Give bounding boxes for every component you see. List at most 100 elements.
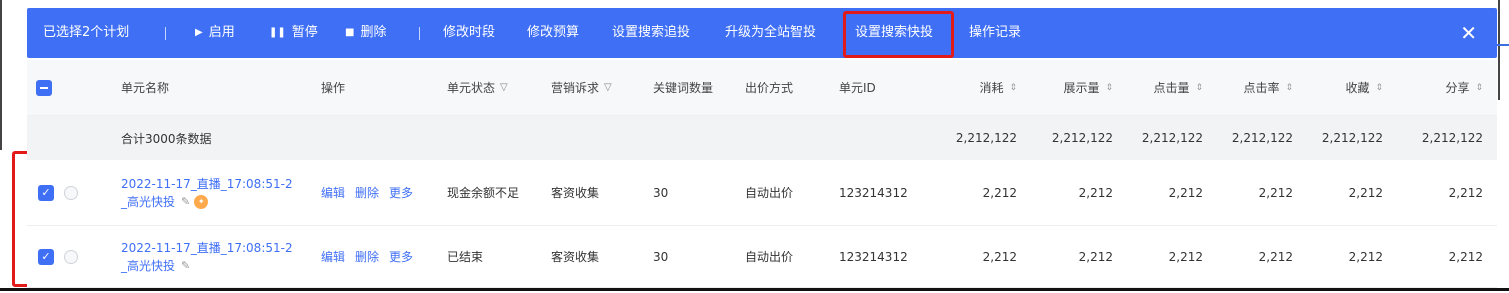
header-ctr-label: 点击率 xyxy=(1243,81,1280,95)
pencil-icon[interactable]: ✎ xyxy=(181,259,190,272)
upgrade-smart-button[interactable]: 升级为全站智投 xyxy=(725,8,816,58)
pencil-icon[interactable]: ✎ xyxy=(181,195,190,208)
total-shares: 2,212,122 xyxy=(1421,131,1483,145)
pause-icon: ❚❚ xyxy=(269,27,286,38)
unit-name-link[interactable]: 2022-11-17_直播_17:08:51-2 xyxy=(121,175,293,193)
header-unit-status-label: 单元状态 xyxy=(447,81,496,95)
sort-icon[interactable]: ⇕ xyxy=(1195,83,1203,93)
filter-icon[interactable]: ▽ xyxy=(500,82,508,93)
table-total-row: 合计3000条数据 2,212,122 2,212,122 2,212,122 … xyxy=(27,116,1497,160)
select-all-checkbox[interactable] xyxy=(36,60,52,115)
row-checkbox[interactable]: ✓ xyxy=(38,248,54,265)
enable-button[interactable]: ▶ 启用 xyxy=(195,8,235,58)
header-impressions-label: 展示量 xyxy=(1063,81,1100,95)
header-cost[interactable]: 消耗 ⇕ xyxy=(947,60,1017,115)
sort-icon[interactable]: ⇕ xyxy=(1009,83,1017,93)
unit-status: 已结束 xyxy=(447,250,484,264)
frame-bottom-border xyxy=(0,288,1509,291)
header-cost-label: 消耗 xyxy=(979,81,1004,95)
header-ctr[interactable]: 点击率 ⇕ xyxy=(1217,60,1293,115)
set-search-boost-button[interactable]: 设置搜索追投 xyxy=(612,8,690,58)
delete-label: 删除 xyxy=(360,25,387,40)
delete-link[interactable]: 删除 xyxy=(355,248,379,265)
row-status-toggle[interactable] xyxy=(64,249,78,264)
impressions-value: 2,212 xyxy=(1078,185,1113,200)
close-icon[interactable]: ✕ xyxy=(1460,8,1477,58)
unit-name-cell: 2022-11-17_直播_17:08:51-2 _高光快投 ✎ ✦ xyxy=(121,160,293,225)
play-icon: ▶ xyxy=(195,27,203,38)
table-header-row: 单元名称 操作 单元状态 ▽ 营销诉求 ▽ 关键词数量 出价方式 单元ID 消耗 ⇕ … xyxy=(27,60,1497,116)
shares-value: 2,212 xyxy=(1448,249,1483,264)
total-impressions: 2,212,122 xyxy=(1051,131,1113,145)
header-clicks[interactable]: 点击量 ⇕ xyxy=(1127,60,1203,115)
clicks-value: 2,212 xyxy=(1168,185,1203,200)
total-cost: 2,212,122 xyxy=(955,131,1017,145)
cost-value: 2,212 xyxy=(982,185,1017,200)
unit-name-line2: _高光快投 ✎ xyxy=(121,257,190,275)
row-status-toggle[interactable] xyxy=(64,185,78,200)
sort-icon[interactable]: ⇕ xyxy=(1375,83,1383,93)
total-ctr: 2,212,122 xyxy=(1231,131,1293,145)
header-operation: 操作 xyxy=(321,81,346,95)
unit-id: 123214312 xyxy=(839,185,908,200)
row-select: ✓ xyxy=(38,160,78,225)
frame-right-border xyxy=(1498,0,1500,100)
delete-link[interactable]: 删除 xyxy=(355,184,379,201)
operation-cell: 编辑 删除 更多 xyxy=(321,226,423,287)
sort-icon[interactable]: ⇕ xyxy=(1285,83,1293,93)
unit-name-line2: _高光快投 ✎ ✦ xyxy=(121,193,209,211)
toolbar-divider xyxy=(419,27,420,40)
cost-value: 2,212 xyxy=(982,249,1017,264)
keyword-count: 30 xyxy=(653,185,669,200)
unit-name-link[interactable]: 2022-11-17_直播_17:08:51-2 xyxy=(121,239,293,257)
unit-name-link-suffix[interactable]: _高光快投 xyxy=(121,257,175,275)
more-link[interactable]: 更多 xyxy=(389,184,413,201)
keyword-count: 30 xyxy=(653,249,669,264)
operation-log-button[interactable]: 操作记录 xyxy=(969,8,1021,58)
bid-method: 自动出价 xyxy=(745,186,794,200)
header-bid-method: 出价方式 xyxy=(745,81,794,95)
shares-value: 2,212 xyxy=(1448,185,1483,200)
marketing-goal: 客资收集 xyxy=(551,250,600,264)
sort-icon[interactable]: ⇕ xyxy=(1105,83,1113,93)
filter-icon[interactable]: ▽ xyxy=(604,82,612,93)
operation-cell: 编辑 删除 更多 xyxy=(321,160,423,225)
table-row: ✓ 2022-11-17_直播_17:08:51-2 _高光快投 ✎ ✦ 编辑 … xyxy=(27,160,1497,226)
unit-status: 现金余额不足 xyxy=(447,186,520,200)
header-unit-status[interactable]: 单元状态 ▽ xyxy=(447,60,508,115)
row-checkbox[interactable]: ✓ xyxy=(38,184,54,201)
search-quick-highlight xyxy=(843,11,954,58)
frame-left-border xyxy=(0,0,2,150)
pause-button[interactable]: ❚❚ 暂停 xyxy=(269,8,318,58)
more-link[interactable]: 更多 xyxy=(389,248,413,265)
header-marketing-goal-label: 营销诉求 xyxy=(551,81,600,95)
unit-id: 123214312 xyxy=(839,249,908,264)
impressions-value: 2,212 xyxy=(1078,249,1113,264)
favorites-value: 2,212 xyxy=(1348,249,1383,264)
modify-period-button[interactable]: 修改时段 xyxy=(443,8,495,58)
bid-method: 自动出价 xyxy=(745,250,794,264)
clicks-value: 2,212 xyxy=(1168,249,1203,264)
header-unit-id: 单元ID xyxy=(839,81,876,95)
header-impressions[interactable]: 展示量 ⇕ xyxy=(1037,60,1113,115)
unit-name-cell: 2022-11-17_直播_17:08:51-2 _高光快投 ✎ xyxy=(121,226,293,287)
modify-budget-button[interactable]: 修改预算 xyxy=(527,8,579,58)
header-clicks-label: 点击量 xyxy=(1153,81,1190,95)
header-marketing-goal[interactable]: 营销诉求 ▽ xyxy=(551,60,612,115)
favorites-value: 2,212 xyxy=(1348,185,1383,200)
sort-icon[interactable]: ⇕ xyxy=(1475,83,1483,93)
unit-name-link-suffix[interactable]: _高光快投 xyxy=(121,193,175,211)
total-label: 合计3000条数据 xyxy=(121,131,212,146)
trash-icon: ■ xyxy=(345,27,355,38)
edit-link[interactable]: 编辑 xyxy=(321,184,345,201)
header-favorites[interactable]: 收藏 ⇕ xyxy=(1307,60,1383,115)
delete-button[interactable]: ■ 删除 xyxy=(345,8,386,58)
table-row: ✓ 2022-11-17_直播_17:08:51-2 _高光快投 ✎ 编辑 删除… xyxy=(27,226,1497,288)
marketing-goal: 客资收集 xyxy=(551,186,600,200)
header-shares[interactable]: 分享 ⇕ xyxy=(1397,60,1483,115)
ctr-value: 2,212 xyxy=(1258,249,1293,264)
header-unit-name: 单元名称 xyxy=(121,81,170,95)
header-shares-label: 分享 xyxy=(1445,81,1470,95)
enable-label: 启用 xyxy=(208,25,235,40)
edit-link[interactable]: 编辑 xyxy=(321,248,345,265)
